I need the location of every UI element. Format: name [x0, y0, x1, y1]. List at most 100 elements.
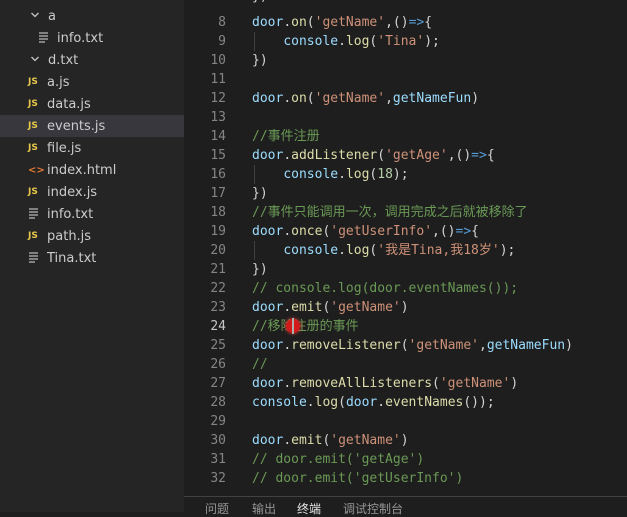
- code-line[interactable]: 29: [184, 412, 627, 431]
- explorer-item-file-js[interactable]: JS file.js: [0, 137, 184, 159]
- code-line[interactable]: 16 console.log(18);: [184, 165, 627, 184]
- explorer-item-label: events.js: [47, 118, 106, 134]
- code-line[interactable]: 26 //: [184, 355, 627, 374]
- code-line[interactable]: 19 door.once('getUserInfo',()=>{: [184, 222, 627, 241]
- code-line[interactable]: 12 door.on('getName',getNameFun): [184, 89, 627, 108]
- code-line[interactable]: 17}): [184, 184, 627, 203]
- explorer-item-label: a: [48, 8, 56, 24]
- code-line[interactable]: 9 console.log('Tina');: [184, 32, 627, 51]
- code-token: eventNames: [385, 395, 464, 410]
- code-line[interactable]: 11: [184, 70, 627, 89]
- code-token: 'getUserInfo': [330, 224, 433, 239]
- code-token: getNameFun: [486, 338, 566, 353]
- code-token: on: [291, 15, 307, 30]
- code-line[interactable]: 32 // door.emit('getUserInfo'): [184, 469, 627, 488]
- code-token: ,(): [385, 15, 409, 30]
- explorer-item-a-js[interactable]: JS a.js: [0, 71, 184, 93]
- code-token: );: [392, 167, 409, 182]
- line-number: 13: [210, 110, 226, 125]
- code-token: door: [252, 148, 284, 163]
- indent-guide: [254, 241, 255, 260]
- code-token: .: [283, 91, 292, 106]
- code-token: //事件注册: [252, 129, 320, 144]
- code-line[interactable]: 31 // door.emit('getAge'): [184, 450, 627, 469]
- code-token: (: [432, 376, 440, 391]
- code-token: ): [471, 91, 480, 106]
- explorer-item-events-js[interactable]: JS events.js: [0, 115, 184, 137]
- line-number: 24: [210, 319, 226, 334]
- code-line[interactable]: 27 door.removeAllListeners('getName'): [184, 374, 627, 393]
- code-token: // console.log(door.eventNames());: [252, 281, 519, 296]
- code-token: emit: [291, 433, 323, 448]
- code-token: .: [283, 15, 292, 30]
- explorer-item-index-js[interactable]: JS index.js: [0, 181, 184, 203]
- explorer-item-info-txt[interactable]: info.txt: [0, 203, 184, 225]
- explorer-item-d-txt[interactable]: d.txt: [0, 49, 184, 71]
- code-text: door.on('getName',()=>{: [252, 13, 432, 32]
- code-line[interactable]: 13: [184, 108, 627, 127]
- code-token: (: [306, 15, 315, 30]
- code-token: emit: [291, 300, 323, 315]
- line-number: 19: [210, 224, 226, 239]
- explorer-item-label: index.js: [47, 184, 98, 200]
- code-token: (: [400, 338, 409, 353]
- explorer-item-index-html[interactable]: <> index.html: [0, 159, 184, 181]
- code-token: log: [345, 243, 370, 258]
- code-token: 'getName': [314, 15, 386, 30]
- explorer-item-tina-txt[interactable]: Tina.txt: [0, 247, 184, 269]
- explorer-item-info-txt[interactable]: info.txt: [0, 27, 184, 49]
- code-line[interactable]: 21}): [184, 260, 627, 279]
- code-line[interactable]: 24 //移除注册的事件: [184, 317, 627, 336]
- line-number: 10: [210, 53, 226, 68]
- tab-problems[interactable]: 问题: [205, 500, 229, 517]
- explorer-item-path-js[interactable]: JS path.js: [0, 225, 184, 247]
- code-line[interactable]: 10}): [184, 51, 627, 70]
- code-token: log: [314, 395, 339, 410]
- code-token: (: [377, 148, 386, 163]
- explorer-item-label: file.js: [47, 140, 82, 156]
- code-text: door.addListener('getAge',()=>{: [252, 146, 495, 165]
- explorer-item-label: a.js: [47, 74, 70, 90]
- code-line[interactable]: 28 console.log(door.eventNames());: [184, 393, 627, 412]
- chevron-down-icon: [28, 54, 42, 67]
- code-line[interactable]: 18 //事件只能调用一次，调用完成之后就被移除了: [184, 203, 627, 222]
- code-token: ,: [385, 91, 393, 106]
- code-token: }): [252, 186, 268, 201]
- explorer-item-a[interactable]: a: [0, 5, 184, 27]
- tab-terminal[interactable]: 终端: [297, 500, 321, 517]
- line-number: 16: [210, 167, 226, 182]
- code-token: //移除注册的事件: [252, 319, 359, 334]
- code-line[interactable]: 22 // console.log(door.eventNames());: [184, 279, 627, 298]
- code-token: .: [338, 34, 346, 49]
- explorer-item-label: data.js: [47, 96, 91, 112]
- code-token: removeListener: [291, 338, 401, 353]
- code-token: door: [252, 300, 284, 315]
- tab-debug-console[interactable]: 调试控制台: [343, 500, 403, 517]
- code-token: .: [283, 148, 292, 163]
- code-token: // door.emit('getUserInfo'): [252, 471, 464, 486]
- code-token: 'getName': [314, 91, 386, 106]
- partial-line: }): [184, 0, 627, 6]
- explorer-item-data-js[interactable]: JS data.js: [0, 93, 184, 115]
- code-token: .: [338, 243, 346, 258]
- code-token: //事件只能调用一次，调用完成之后就被移除了: [252, 205, 528, 220]
- line-number: 29: [210, 414, 226, 429]
- code-line[interactable]: 25 door.removeListener('getName',getNameF…: [184, 336, 627, 355]
- code-token: ());: [463, 395, 495, 410]
- js-file-icon: JS: [28, 99, 38, 109]
- code-token: .: [283, 433, 292, 448]
- tab-output[interactable]: 输出: [252, 500, 276, 517]
- code-editor[interactable]: }) 8door.on('getName',()=>{9 console.log(…: [184, 0, 627, 496]
- code-text: door.emit('getName'): [252, 298, 409, 317]
- code-line[interactable]: 15 door.addListener('getAge',()=>{: [184, 146, 627, 165]
- code-line[interactable]: 23 door.emit('getName'): [184, 298, 627, 317]
- code-line[interactable]: 20 console.log('我是Tina,我18岁');: [184, 241, 627, 260]
- code-line[interactable]: 8 door.on('getName',()=>{: [184, 13, 627, 32]
- code-line[interactable]: 14 //事件注册: [184, 127, 627, 146]
- line-number: 22: [210, 281, 226, 296]
- code-token: 'getName': [330, 433, 401, 448]
- code-line[interactable]: 30 door.emit('getName'): [184, 431, 627, 450]
- code-token: (: [338, 395, 346, 410]
